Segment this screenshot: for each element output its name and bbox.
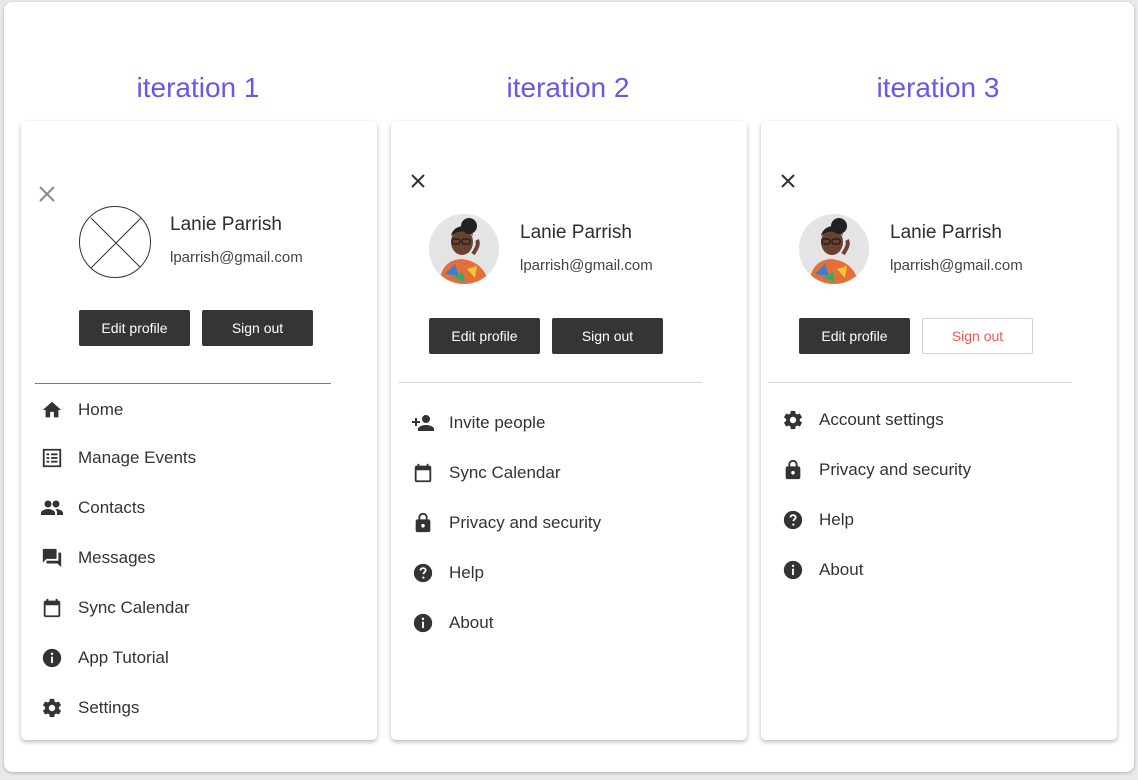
user-email: lparrish@gmail.com bbox=[520, 257, 653, 274]
iteration-3-title: iteration 3 bbox=[876, 72, 1000, 103]
drawer-iteration-1: Lanie Parrish lparrish@gmail.com Edit pr… bbox=[21, 121, 377, 740]
menu-item-label: App Tutorial bbox=[78, 648, 169, 667]
menu-item-manage-events[interactable]: Manage Events bbox=[40, 442, 196, 474]
menu-item-label: Manage Events bbox=[78, 448, 197, 467]
list-icon bbox=[40, 446, 64, 470]
people-icon bbox=[40, 496, 64, 520]
avatar-placeholder bbox=[79, 206, 151, 278]
sign-out-button[interactable]: Sign out bbox=[922, 318, 1033, 354]
sign-out-button[interactable]: Sign out bbox=[202, 310, 313, 346]
menu-item-account-settings[interactable]: Account settings bbox=[781, 404, 944, 436]
menu-item-label: Sync Calendar bbox=[78, 598, 190, 617]
menu-item-messages[interactable]: Messages bbox=[40, 542, 155, 574]
user-name: Lanie Parrish bbox=[520, 222, 632, 243]
edit-profile-button[interactable]: Edit profile bbox=[429, 318, 540, 354]
menu-item-sync-calendar[interactable]: Sync Calendar bbox=[411, 457, 561, 489]
calendar-icon bbox=[411, 461, 435, 485]
menu-item-label: Privacy and security bbox=[449, 513, 602, 532]
info-icon bbox=[781, 558, 805, 582]
user-name: Lanie Parrish bbox=[890, 222, 1002, 243]
menu-item-about[interactable]: About bbox=[411, 607, 493, 639]
menu-item-label: Account settings bbox=[819, 410, 944, 429]
menu-item-label: Home bbox=[78, 400, 124, 419]
menu-item-settings[interactable]: Settings bbox=[40, 692, 139, 724]
info-icon bbox=[40, 646, 64, 670]
drawer-iteration-2: Lanie Parrish lparrish@gmail.com Edit pr… bbox=[391, 121, 747, 740]
menu-item-privacy-security[interactable]: Privacy and security bbox=[411, 507, 601, 539]
divider bbox=[769, 382, 1072, 383]
home-icon bbox=[40, 398, 64, 422]
lock-icon bbox=[411, 511, 435, 535]
close-icon[interactable] bbox=[37, 184, 57, 204]
menu-item-label: Privacy and security bbox=[819, 460, 972, 479]
divider bbox=[399, 382, 702, 383]
help-icon bbox=[781, 508, 805, 532]
sign-out-button[interactable]: Sign out bbox=[552, 318, 663, 354]
menu-item-app-tutorial[interactable]: App Tutorial bbox=[40, 642, 169, 674]
menu-item-label: About bbox=[449, 613, 494, 632]
iteration-1-title: iteration 1 bbox=[136, 72, 260, 103]
info-icon bbox=[411, 611, 435, 635]
menu-item-help[interactable]: Help bbox=[781, 504, 854, 536]
menu-item-home[interactable]: Home bbox=[40, 394, 123, 426]
menu-item-label: Settings bbox=[78, 698, 140, 717]
close-icon[interactable] bbox=[778, 171, 798, 191]
menu-item-label: Contacts bbox=[78, 498, 146, 517]
menu-item-label: Sync Calendar bbox=[449, 463, 561, 482]
user-email: lparrish@gmail.com bbox=[170, 249, 303, 266]
user-email: lparrish@gmail.com bbox=[890, 257, 1023, 274]
menu-item-invite-people[interactable]: Invite people bbox=[411, 407, 545, 439]
edit-profile-button[interactable]: Edit profile bbox=[799, 318, 910, 354]
menu-item-label: Help bbox=[819, 510, 854, 529]
calendar-icon bbox=[40, 596, 64, 620]
menu-item-label: Messages bbox=[78, 548, 156, 567]
lock-icon bbox=[781, 458, 805, 482]
user-name: Lanie Parrish bbox=[170, 214, 282, 235]
gear-icon bbox=[40, 696, 64, 720]
menu-item-help[interactable]: Help bbox=[411, 557, 484, 589]
menu-item-sync-calendar[interactable]: Sync Calendar bbox=[40, 592, 190, 624]
menu-item-about[interactable]: About bbox=[781, 554, 863, 586]
avatar bbox=[429, 214, 499, 284]
avatar bbox=[799, 214, 869, 284]
drawer-iteration-3: Lanie Parrish lparrish@gmail.com Edit pr… bbox=[761, 121, 1117, 740]
person-add-icon bbox=[411, 411, 435, 435]
close-icon[interactable] bbox=[408, 171, 428, 191]
divider bbox=[35, 383, 331, 384]
iteration-2-title: iteration 2 bbox=[506, 72, 630, 103]
chat-icon bbox=[40, 546, 64, 570]
gear-icon bbox=[781, 408, 805, 432]
help-icon bbox=[411, 561, 435, 585]
menu-item-label: About bbox=[819, 560, 864, 579]
menu-item-privacy-security[interactable]: Privacy and security bbox=[781, 454, 971, 486]
menu-item-label: Invite people bbox=[449, 413, 546, 432]
menu-item-contacts[interactable]: Contacts bbox=[40, 492, 145, 524]
menu-item-label: Help bbox=[449, 563, 484, 582]
edit-profile-button[interactable]: Edit profile bbox=[79, 310, 190, 346]
